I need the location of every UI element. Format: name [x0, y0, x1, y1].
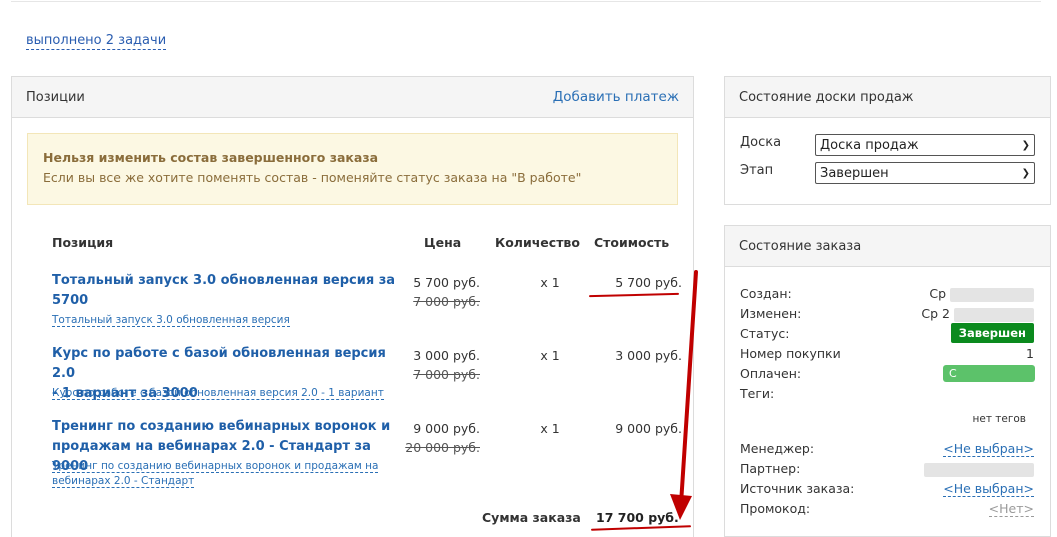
- status-label: Статус:: [740, 326, 790, 341]
- alert-text: Если вы все же хотите поменять состав - …: [43, 170, 582, 185]
- positions-panel: Позиции Добавить платеж Нельзя изменить …: [11, 76, 694, 537]
- redacted-block: [924, 462, 1034, 477]
- item-title-link[interactable]: Тотальный запуск 3.0 обновленная версия …: [52, 271, 397, 311]
- changed-date: Ср 2: [921, 306, 951, 321]
- source-label: Источник заказа:: [740, 481, 855, 496]
- item-product-link[interactable]: Тотальный запуск 3.0 обновленная версия: [52, 313, 397, 328]
- item-product-line: Тотальный запуск 3.0 обновленная версия: [52, 314, 290, 327]
- item-quantity: x 1: [540, 348, 560, 363]
- item-product-line: вебинарах 2.0 - Стандарт: [52, 475, 195, 488]
- item-title-line: Курс по работе с базой обновленная верси…: [52, 346, 386, 381]
- manager-label: Менеджер:: [740, 441, 815, 456]
- item-old-price: 7 000 руб.: [413, 367, 480, 382]
- board-header: Состояние доски продаж: [725, 77, 1050, 118]
- manager-value[interactable]: <Не выбран>: [943, 440, 1034, 457]
- promo-value[interactable]: <Нет>: [988, 500, 1034, 517]
- source-link[interactable]: <Не выбран>: [943, 481, 1034, 497]
- add-payment-link[interactable]: Добавить платеж: [553, 89, 679, 105]
- purchase-number-value[interactable]: 1: [1026, 345, 1034, 362]
- purchase-number-label: Номер покупки: [740, 346, 841, 361]
- chevron-down-icon: ❯: [1021, 167, 1030, 179]
- order-title: Состояние заказа: [739, 238, 862, 254]
- item-product-line: Курс по работе с базой обновленная верси…: [52, 387, 384, 400]
- order-state-panel: Состояние заказа Создан: Ср Изменен: Ср …: [724, 225, 1051, 537]
- changed-value: Ср 2: [921, 305, 1034, 322]
- stage-select-value: Завершен: [820, 165, 889, 181]
- board-label: Доска: [740, 135, 782, 150]
- paid-status: С: [943, 365, 1035, 382]
- item-title-line: Тотальный запуск 3.0 обновленная версия …: [52, 273, 396, 288]
- redacted-block: [954, 307, 1034, 322]
- promo-label: Промокод:: [740, 501, 811, 516]
- tags-value[interactable]: нет тегов: [973, 411, 1026, 428]
- red-arrow-icon: [670, 270, 698, 520]
- item-title-line: 5700: [52, 293, 89, 308]
- item-old-price: 20 000 руб.: [405, 440, 480, 455]
- alert-title: Нельзя изменить состав завершенного зака…: [43, 150, 379, 165]
- tags-label: Теги:: [740, 386, 775, 401]
- top-divider: [11, 0, 1041, 2]
- item-product-link[interactable]: Тренинг по созданию вебинарных воронок и…: [52, 459, 397, 489]
- order-sum-label: Сумма заказа: [482, 510, 581, 525]
- column-header-position: Позиция: [52, 235, 114, 250]
- promo-link[interactable]: <Нет>: [988, 501, 1034, 517]
- board-title: Состояние доски продаж: [739, 89, 914, 105]
- manager-link[interactable]: <Не выбран>: [943, 441, 1034, 457]
- item-quantity: x 1: [540, 421, 560, 436]
- item-title-line: Тренинг по созданию вебинарных воронок и: [52, 419, 391, 434]
- source-value[interactable]: <Не выбран>: [943, 480, 1034, 497]
- item-old-price: 7 000 руб.: [413, 294, 480, 309]
- chevron-down-icon: ❯: [1021, 139, 1030, 151]
- item-price: 5 700 руб.: [413, 275, 480, 290]
- changed-label: Изменен:: [740, 306, 802, 321]
- item-quantity: x 1: [540, 275, 560, 290]
- item-price: 3 000 руб.: [413, 348, 480, 363]
- column-header-quantity: Количество: [495, 235, 580, 250]
- status-badge: Завершен: [950, 323, 1034, 343]
- stage-label: Этап: [740, 163, 774, 178]
- column-header-price: Цена: [424, 235, 462, 250]
- item-price: 9 000 руб.: [413, 421, 480, 436]
- sales-board-panel: Состояние доски продаж Доска Доска прода…: [724, 76, 1051, 205]
- stage-select[interactable]: Завершен ❯: [815, 162, 1035, 184]
- partner-value[interactable]: [924, 460, 1034, 477]
- warning-alert: Нельзя изменить состав завершенного зака…: [27, 133, 678, 205]
- item-product-link[interactable]: Курс по работе с базой обновленная верси…: [52, 386, 397, 401]
- positions-header: Позиции Добавить платеж: [12, 77, 693, 118]
- board-select-value: Доска продаж: [820, 137, 919, 153]
- board-select[interactable]: Доска продаж ❯: [815, 134, 1035, 156]
- order-header: Состояние заказа: [725, 226, 1050, 267]
- created-label: Создан:: [740, 286, 792, 301]
- paid-label: Оплачен:: [740, 366, 802, 381]
- redacted-block: [950, 287, 1034, 302]
- created-date: Ср: [929, 286, 947, 301]
- created-value: Ср: [929, 285, 1034, 302]
- positions-title: Позиции: [26, 89, 85, 105]
- completed-tasks-link[interactable]: выполнено 2 задачи: [26, 33, 167, 50]
- partner-label: Партнер:: [740, 461, 801, 476]
- item-product-line: Тренинг по созданию вебинарных воронок и…: [52, 460, 379, 473]
- column-header-cost: Стоимость: [594, 235, 670, 250]
